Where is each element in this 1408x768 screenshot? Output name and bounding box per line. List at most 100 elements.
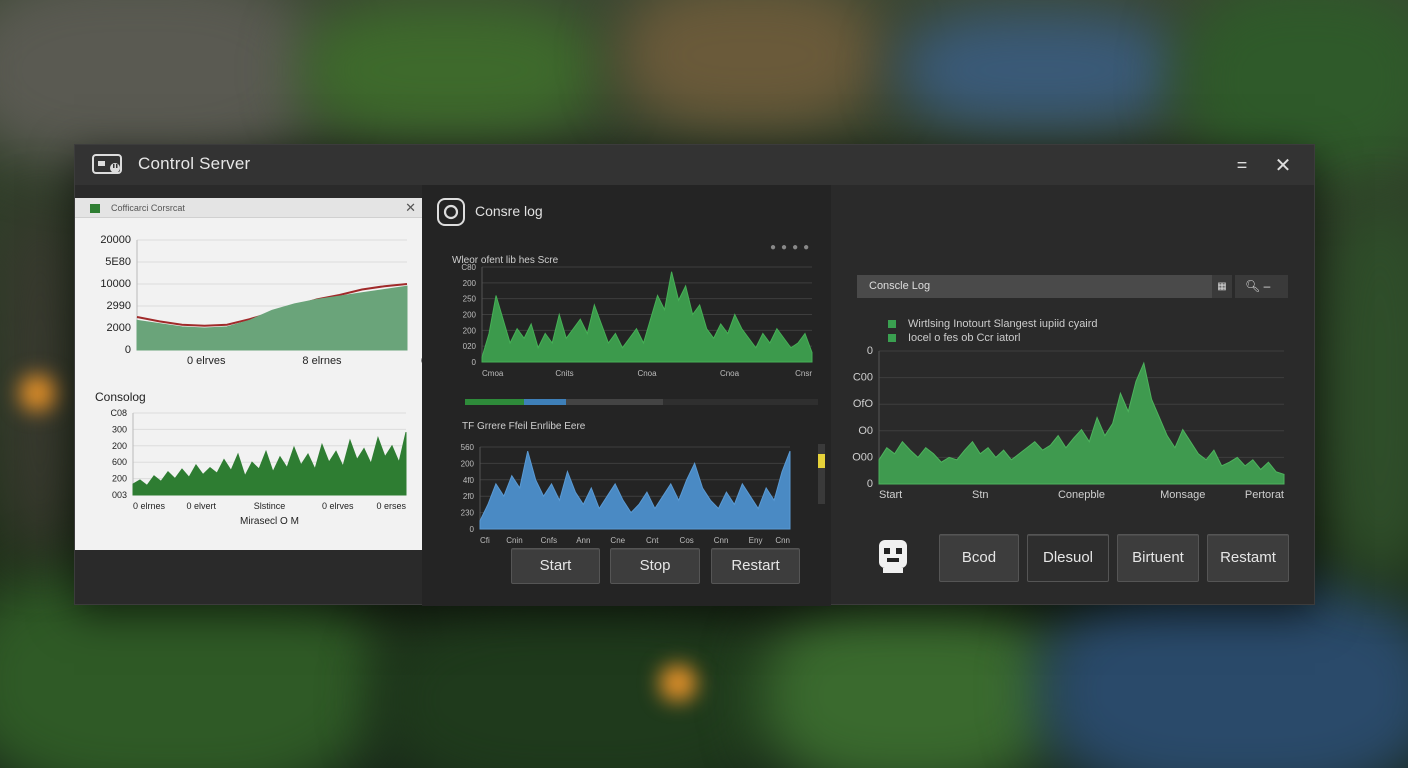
stop-button[interactable]: Stop (610, 548, 700, 584)
left-stats-panel: Cofficarci Corsrcat ✕ 20000 5E80 10000 2990… (75, 198, 422, 550)
y-tick-label: 200 (461, 459, 475, 468)
left-top-chart: 200005E80100002990200000 elrves8 elrnes6… (100, 234, 422, 367)
chart-title: TF Grrere Ffeil Enrlibe Eere (462, 421, 586, 432)
zoom-search-icon[interactable]: 🔍︎ – (1235, 275, 1288, 298)
x-tick-label: Cnoa (720, 369, 740, 378)
server-plug-icon (92, 154, 122, 174)
series-area (481, 271, 813, 363)
center-top-chart: C802002502002000200Cmoa Cnits Cnoa Cnoa Cnsr… (452, 255, 813, 378)
right-button-1[interactable]: Bcod (939, 534, 1019, 582)
left-bottom-chart: C08 300 200 600 200 003 0 elrnes 0 elvert Slstin… (110, 408, 407, 527)
close-icon[interactable]: ✕ (1272, 155, 1294, 177)
x-tick-label: 8 elrnes (302, 355, 342, 367)
title-bar: Control Server = ✕ (75, 145, 1314, 185)
y-tick-label: 2000 (107, 322, 131, 334)
y-tick-label: 250 (463, 295, 477, 304)
spreadsheet-icon (90, 204, 100, 213)
x-tick-label: Ann (576, 536, 590, 545)
y-tick-label: 5E80 (105, 256, 131, 268)
y-tick-label: O0 (858, 425, 873, 437)
restart-button[interactable]: Restart (711, 548, 800, 584)
x-axis-label: Mirasecl O M (240, 516, 299, 527)
x-tick-label: Cfi (480, 536, 490, 545)
close-icon[interactable]: ✕ (405, 200, 416, 216)
series-area (132, 432, 407, 496)
right-button-3[interactable]: Birtuent (1117, 534, 1199, 582)
y-tick-label: 200 (463, 326, 477, 335)
y-tick-label: 0 (867, 478, 873, 490)
y-tick-label: OfO (853, 398, 874, 410)
x-tick-label: Stn (972, 489, 989, 501)
x-tick-label: Cnt (646, 536, 659, 545)
y-tick-label: 200 (463, 279, 477, 288)
y-tick-label: C00 (853, 372, 873, 384)
x-tick-label: 0 elrves (187, 355, 226, 367)
grid-view-icon[interactable]: ▦ (1212, 275, 1232, 298)
y-tick-label: 200 (112, 474, 127, 484)
x-tick-label: Cos (680, 536, 694, 545)
y-tick-label: 560 (461, 443, 475, 452)
segmented-progress-bar (465, 399, 818, 405)
right-button-4[interactable]: Restamt (1207, 534, 1289, 582)
y-tick-label: 020 (463, 342, 477, 351)
search-bar-label: Conscle Log (869, 280, 931, 292)
x-tick-label: Cnn (714, 536, 729, 545)
x-tick-label: Cnin (506, 536, 522, 545)
y-tick-label: 003 (112, 490, 127, 500)
chart-title: Wleor ofent lib hes Scre (452, 255, 559, 266)
x-tick-label: Start (879, 489, 902, 501)
right-main-chart: 0 C00 OfO O0 O00 0 Start Stn Conepble Monsage Pert… (852, 345, 1285, 501)
left-panel-header: Cofficarci Corsrcat ✕ (75, 198, 422, 218)
scroll-thumb[interactable] (818, 454, 825, 468)
y-tick-label: 0 (125, 344, 131, 356)
console-log-panel: Consre log ●●●● C80 200 250 200 200 020 0 Cmoa C… (422, 185, 831, 606)
console-ring-icon (437, 198, 465, 226)
right-button-2[interactable]: Dlesuol (1027, 534, 1109, 582)
menu-lines-icon[interactable]: = (1232, 155, 1252, 175)
y-tick-label: 300 (112, 424, 127, 434)
x-tick-label: 0 erses (376, 501, 406, 511)
x-tick-label: Cne (610, 536, 625, 545)
y-tick-label: 230 (461, 509, 475, 518)
legend-item: Wirtlsing Inotourt Slangest iupiid cyair… (888, 317, 1098, 331)
left-panel-title: Cofficarci Corsrcat (111, 203, 185, 213)
x-tick-label: 0 elrnes (133, 501, 166, 511)
y-tick-label: O00 (852, 451, 873, 463)
y-tick-label: 4f0 (463, 476, 475, 485)
series-area (479, 450, 791, 530)
y-tick-label: 200 (112, 441, 127, 451)
x-tick-label: Cnoa (637, 369, 657, 378)
y-tick-label: 0 (472, 358, 477, 367)
y-tick-label: 2f0 (463, 492, 475, 501)
avatar-icon[interactable] (875, 538, 911, 574)
y-tick-label: C08 (110, 408, 127, 418)
x-tick-label: Cnn (775, 536, 790, 545)
vertical-scrollbar[interactable] (818, 444, 825, 504)
y-tick-label: 600 (112, 457, 127, 467)
x-tick-label: Eny (749, 536, 763, 545)
y-tick-label: 10000 (100, 278, 131, 290)
console-log-search-bar[interactable]: Conscle Log (857, 275, 1212, 298)
x-tick-label: Cnfs (541, 536, 557, 545)
x-tick-label: 0 elvert (186, 501, 216, 511)
x-tick-label: Cmoa (482, 369, 504, 378)
series-area (878, 361, 1285, 485)
window-title: Control Server (138, 154, 251, 173)
center-bottom-chart: 560 200 4f0 2f0 230 0 Cfi Cnin Cnfs Ann Cne Cnt Cos C… (461, 421, 791, 545)
left-section-title: Consolog (95, 390, 146, 404)
start-button[interactable]: Start (511, 548, 600, 584)
y-tick-label: 200 (463, 311, 477, 320)
y-tick-label: 2990 (107, 300, 131, 312)
x-tick-label: Conepble (1058, 489, 1105, 501)
x-tick-label: Monsage (1160, 489, 1205, 501)
y-tick-label: 0 (867, 345, 873, 357)
series-area (136, 285, 408, 351)
control-server-window: Control Server = ✕ Cofficarci Corsrcat ✕… (74, 144, 1315, 606)
y-tick-label: 0 (470, 525, 475, 534)
console-log-title: Consre log (475, 203, 543, 219)
y-tick-label: 20000 (100, 234, 131, 246)
x-tick-label: Cnits (555, 369, 573, 378)
x-tick-label: Pertorat (1245, 489, 1284, 501)
x-tick-label: Cnsr (795, 369, 812, 378)
x-tick-label: Slstince (254, 501, 286, 511)
